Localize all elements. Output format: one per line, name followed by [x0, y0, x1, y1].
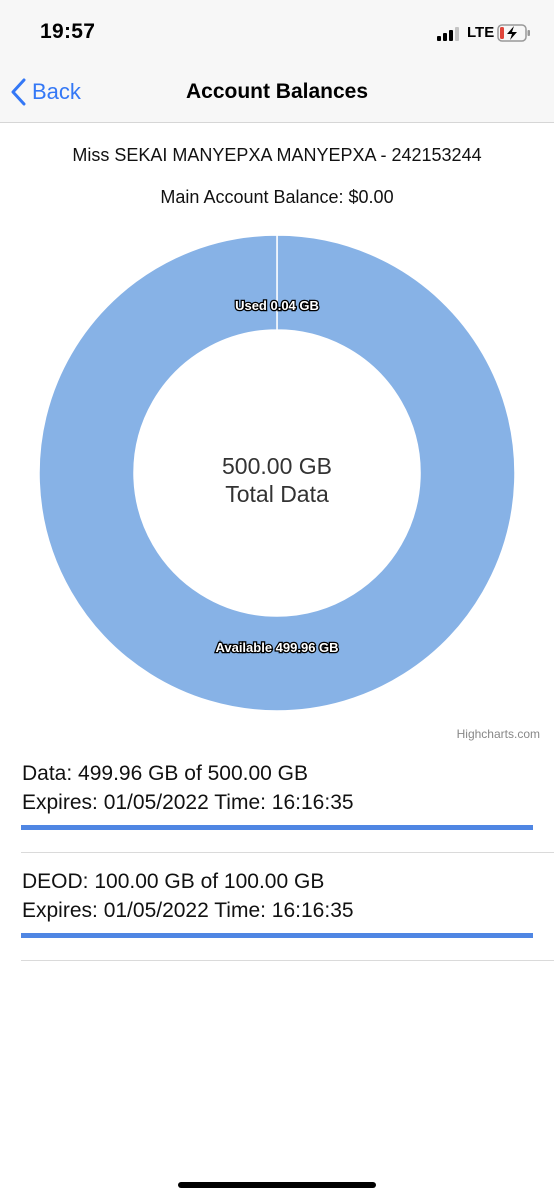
- account-owner: Miss SEKAI MANYEPXA MANYEPXA - 242153244: [72, 145, 482, 165]
- balance-amount: DEOD: 100.00 GB of 100.00 GB: [22, 870, 325, 893]
- battery-charging-icon: [497, 24, 530, 42]
- balance-progress-bar: [21, 825, 533, 830]
- highcharts-credits-link[interactable]: Highcharts.com: [457, 727, 540, 741]
- network-type: LTE: [467, 24, 495, 41]
- balance-amount: Data: 499.96 GB of 500.00 GB: [22, 762, 309, 785]
- slice-label-available: Available 499.96 GB: [215, 640, 338, 655]
- page-title: Account Balances: [185, 80, 369, 103]
- cellular-signal-icon: [437, 27, 463, 41]
- status-bar: 19:57 LTE: [0, 0, 554, 62]
- slice-label-used: Used 0.04 GB: [235, 298, 319, 313]
- navigation-bar: Back Account Balances: [0, 62, 554, 123]
- balance-item-deod: DEOD: 100.00 GB of 100.00 GB Expires: 01…: [0, 866, 554, 962]
- balance-progress-fill: [21, 933, 533, 938]
- home-indicator[interactable]: [178, 1182, 376, 1188]
- divider: [21, 852, 554, 853]
- balance-progress-fill: [21, 825, 533, 830]
- status-time: 19:57: [40, 20, 96, 43]
- donut-center-label: Total Data: [225, 481, 329, 507]
- main-account-balance: Main Account Balance: $0.00: [160, 187, 394, 207]
- balance-progress-bar: [21, 933, 533, 938]
- balance-expiry: Expires: 01/05/2022 Time: 16:16:35: [22, 791, 354, 814]
- data-usage-donut-chart: Used 0.04 GB Available 499.96 GB 500.00 …: [38, 234, 516, 712]
- balance-expiry: Expires: 01/05/2022 Time: 16:16:35: [22, 899, 354, 922]
- donut-center-value: 500.00 GB: [222, 453, 332, 479]
- divider: [21, 960, 554, 961]
- balance-item-data: Data: 499.96 GB of 500.00 GB Expires: 01…: [0, 758, 554, 854]
